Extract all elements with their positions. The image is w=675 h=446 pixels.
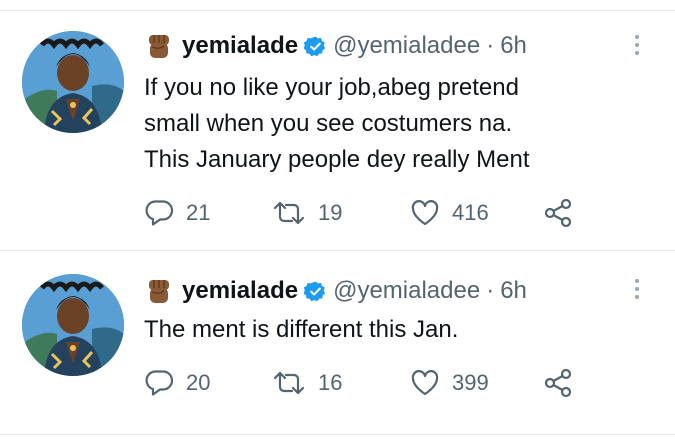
- reply-button[interactable]: 21: [144, 196, 210, 230]
- avatar[interactable]: [22, 274, 124, 376]
- retweet-count: 19: [318, 200, 343, 225]
- top-divider: [0, 10, 675, 11]
- reply-icon: [145, 200, 174, 226]
- author-handle[interactable]: @yemialadee: [333, 32, 480, 60]
- retweet-icon: [273, 371, 305, 395]
- like-count: 399: [452, 370, 489, 395]
- header-separator: ·: [486, 277, 495, 304]
- like-button[interactable]: 416: [410, 196, 489, 230]
- share-button[interactable]: [542, 366, 586, 400]
- retweet-icon: [273, 201, 305, 225]
- author-handle[interactable]: @yemialadee: [333, 277, 480, 305]
- reply-button[interactable]: 20: [144, 366, 210, 400]
- raised-fist-emoji-icon: [149, 35, 169, 58]
- share-button[interactable]: [542, 196, 586, 230]
- retweet-button[interactable]: 19: [272, 196, 342, 230]
- reply-count: 21: [186, 200, 211, 225]
- reply-count: 20: [186, 370, 211, 395]
- like-count: 416: [452, 200, 489, 225]
- avatar[interactable]: [22, 31, 124, 133]
- author-name[interactable]: yemialade: [182, 277, 298, 305]
- verified-badge-icon: [304, 280, 326, 301]
- share-icon: [544, 198, 572, 228]
- more-options-icon[interactable]: [630, 279, 644, 305]
- bottom-divider: [0, 434, 675, 435]
- tweet-header: yemialade @yemialadee · 6h: [144, 274, 527, 308]
- author-name[interactable]: yemialade: [182, 32, 298, 60]
- more-options-icon[interactable]: [630, 35, 644, 61]
- tweet-time[interactable]: 6h: [500, 277, 527, 305]
- tweet-header: yemialade @yemialadee · 6h: [144, 29, 527, 63]
- retweet-count: 16: [318, 370, 343, 395]
- like-button[interactable]: 399: [410, 366, 489, 400]
- tweet-text: If you no like your job,abeg pretend sma…: [144, 74, 530, 173]
- tweet-divider: [0, 250, 675, 251]
- share-icon: [544, 368, 572, 398]
- tweet-time[interactable]: 6h: [500, 32, 527, 60]
- heart-icon: [411, 370, 439, 396]
- tweet-actions: 21 19 416: [144, 196, 644, 230]
- heart-icon: [411, 200, 439, 226]
- retweet-button[interactable]: 16: [272, 366, 342, 400]
- reply-icon: [145, 370, 174, 396]
- header-separator: ·: [486, 32, 495, 59]
- verified-badge-icon: [304, 35, 326, 56]
- tweet-text: The ment is different this Jan.: [144, 316, 459, 343]
- raised-fist-emoji-icon: [149, 280, 169, 303]
- tweet-actions: 20 16 399: [144, 366, 644, 400]
